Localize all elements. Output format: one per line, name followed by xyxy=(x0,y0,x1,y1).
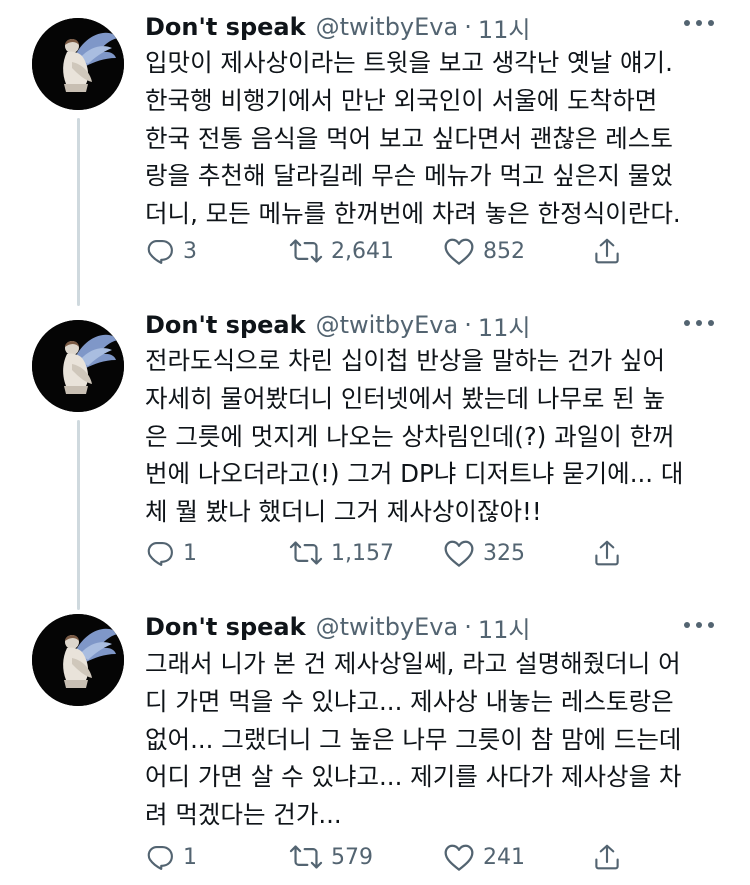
like-button[interactable]: 325 xyxy=(443,535,525,571)
tweet-actions: 3 2,641 852 xyxy=(145,233,635,269)
separator-dot: · xyxy=(464,13,472,41)
angel-figure-avatar-icon xyxy=(32,320,124,412)
share-icon xyxy=(595,238,619,264)
reply-bubble-icon xyxy=(147,239,173,264)
angel-figure-avatar-icon xyxy=(32,18,124,110)
retweet-icon xyxy=(289,845,323,869)
tweet-text-line: 체 뭘 봤나 했더니 그거 제사상이잖아!! xyxy=(145,497,542,527)
tweet[interactable]: Don't speak @twitbyEva · 11시 입맛이 제사상이라는 … xyxy=(0,8,750,288)
more-dots-icon[interactable] xyxy=(684,18,714,28)
retweet-button[interactable]: 1,157 xyxy=(289,535,394,571)
heart-icon xyxy=(444,238,474,265)
retweet-button[interactable]: 579 xyxy=(289,839,373,875)
tweet[interactable]: Don't speak @twitbyEva · 11시 전라도식으로 차린 십… xyxy=(0,310,750,590)
share-button[interactable] xyxy=(592,839,622,875)
tweet-text-line: 더니, 모든 메뉴를 한꺼번에 차려 놓은 한정식이란다. xyxy=(145,199,681,229)
heart-icon xyxy=(444,844,474,871)
retweet-button[interactable]: 2,641 xyxy=(289,233,394,269)
author-handle[interactable]: @twitbyEva xyxy=(316,13,459,41)
more-dots-icon[interactable] xyxy=(684,620,714,630)
retweet-count: 1,157 xyxy=(331,540,394,566)
tweet-header: Don't speak @twitbyEva · 11시 xyxy=(145,308,740,342)
heart-icon xyxy=(444,540,474,567)
separator-dot: · xyxy=(464,613,472,641)
reply-button[interactable]: 1 xyxy=(145,535,197,571)
tweet-text: 입맛이 제사상이라는 트윗을 보고 생각난 옛날 얘기. 한국행 비행기에서 만… xyxy=(145,44,735,233)
share-button[interactable] xyxy=(592,535,622,571)
tweet-header: Don't speak @twitbyEva · 11시 xyxy=(145,10,740,44)
like-button[interactable]: 852 xyxy=(443,233,525,269)
tweet-text-line: 한국 전통 음식을 먹어 보고 싶다면서 괜찮은 레스토 xyxy=(145,123,673,153)
author-handle[interactable]: @twitbyEva xyxy=(316,613,459,641)
like-count: 852 xyxy=(483,238,525,264)
tweet-text-line: 전라도식으로 차린 십이첩 반상을 말하는 건가 싶어 xyxy=(145,346,666,375)
angel-figure-avatar-icon xyxy=(32,614,124,706)
author-name[interactable]: Don't speak xyxy=(145,13,306,41)
avatar[interactable] xyxy=(32,320,124,412)
share-icon xyxy=(595,844,619,870)
timestamp[interactable]: 11시 xyxy=(478,10,531,45)
reply-button[interactable]: 3 xyxy=(145,233,197,269)
reply-count: 3 xyxy=(183,238,197,264)
like-count: 325 xyxy=(483,540,525,566)
reply-bubble-icon xyxy=(147,845,173,870)
reply-button[interactable]: 1 xyxy=(145,839,197,875)
avatar[interactable] xyxy=(32,18,124,110)
tweet-text-line: 디 가면 먹을 수 있냐고... 제사상 내놓는 레스토랑은 xyxy=(145,686,674,716)
timestamp[interactable]: 11시 xyxy=(478,308,531,343)
retweet-count: 579 xyxy=(331,844,373,870)
tweet-actions: 1 1,157 325 xyxy=(145,535,635,571)
author-handle[interactable]: @twitbyEva xyxy=(316,311,459,339)
retweet-count: 2,641 xyxy=(331,238,394,264)
tweet-text: 전라도식으로 차린 십이첩 반상을 말하는 건가 싶어 자세히 물어봤더니 인터… xyxy=(145,342,735,531)
timestamp[interactable]: 11시 xyxy=(478,610,531,645)
retweet-icon xyxy=(289,541,323,565)
separator-dot: · xyxy=(464,311,472,339)
tweet-text-line: 그래서 니가 본 건 제사상일쎄, 라고 설명해줬더니 어 xyxy=(145,649,681,678)
tweet-header: Don't speak @twitbyEva · 11시 xyxy=(145,610,740,644)
tweet-text: 그래서 니가 본 건 제사상일쎄, 라고 설명해줬더니 어 디 가면 먹을 수 … xyxy=(145,645,735,834)
reply-count: 1 xyxy=(183,844,197,870)
author-name[interactable]: Don't speak xyxy=(145,311,306,339)
tweet-text-line: 어디 가면 살 수 있냐고... 제기를 사다가 제사상을 차 xyxy=(145,762,682,792)
more-dots-icon[interactable] xyxy=(684,318,714,328)
share-icon xyxy=(595,540,619,566)
tweet-text-line: 없어... 그랬더니 그 높은 나무 그릇이 참 맘에 드는데 xyxy=(145,724,682,754)
tweet-text-line: 랑을 추천해 달라길레 무슨 메뉴가 먹고 싶은지 물었 xyxy=(145,161,673,191)
tweet-text-line: 자세히 물어봤더니 인터넷에서 봤는데 나무로 된 높 xyxy=(145,383,666,413)
retweet-icon xyxy=(289,239,323,263)
like-button[interactable]: 241 xyxy=(443,839,525,875)
tweet-text-line: 려 먹겠다는 건가... xyxy=(145,800,342,830)
avatar[interactable] xyxy=(32,614,124,706)
tweet-text-line: 은 그릇에 멋지게 나오는 상차림인데(?) 과일이 한꺼 xyxy=(145,421,675,451)
tweet-actions: 1 579 241 xyxy=(145,839,635,875)
tweet-text-line: 번에 나오더라고(!) 그거 DP냐 디저트냐 묻기에... 대 xyxy=(145,459,684,489)
author-name[interactable]: Don't speak xyxy=(145,613,306,641)
like-count: 241 xyxy=(483,844,525,870)
tweet-text-line: 입맛이 제사상이라는 트윗을 보고 생각난 옛날 얘기. xyxy=(145,48,673,77)
share-button[interactable] xyxy=(592,233,622,269)
tweet-text-line: 한국행 비행기에서 만난 외국인이 서울에 도착하면 xyxy=(145,85,658,115)
reply-bubble-icon xyxy=(147,541,173,566)
reply-count: 1 xyxy=(183,540,197,566)
tweet[interactable]: Don't speak @twitbyEva · 11시 그래서 니가 본 건 … xyxy=(0,612,750,882)
